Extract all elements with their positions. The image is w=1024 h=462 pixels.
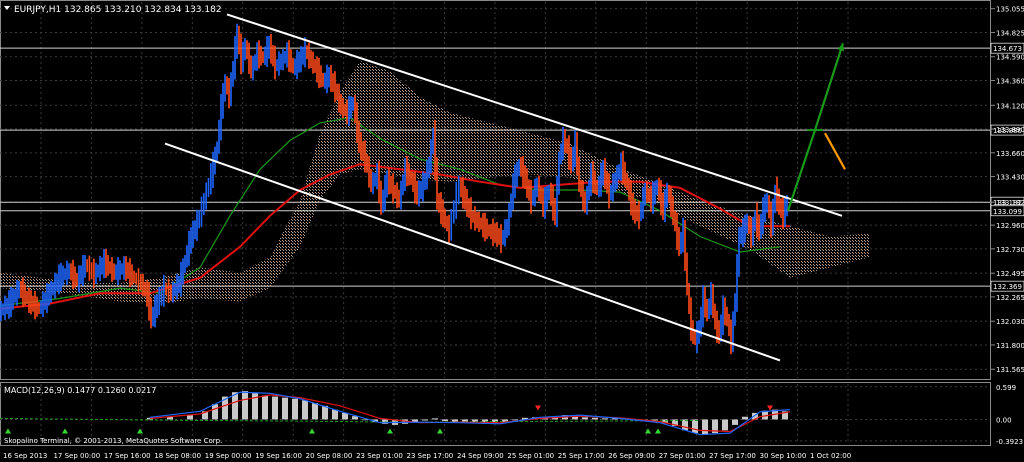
x-tick-label: 1 Oct 02:00: [810, 452, 851, 460]
macd-histogram-bar: [302, 400, 308, 420]
macd-histogram-bar: [292, 398, 298, 420]
x-tick-label: 23 Sep 01:00: [356, 452, 403, 460]
macd-histogram-bar: [242, 391, 248, 420]
y-tick-label: 133.182: [996, 199, 1024, 207]
macd-histogram-bar: [422, 419, 428, 421]
x-tick-label: 25 Sep 01:00: [507, 452, 554, 460]
y-tick-label: 131.565: [996, 366, 1024, 374]
macd-histogram-bar: [702, 419, 708, 435]
trading-chart[interactable]: 0.5990.00-0.3923 134.673133.880133.18213…: [0, 0, 1024, 462]
y-tick-label: 133.660: [996, 150, 1024, 158]
macd-histogram-bar: [592, 417, 598, 420]
copyright-footer: Skopalino Terminal, © 2001-2013, MetaQuo…: [4, 437, 222, 445]
y-tick-label: 133.890: [996, 126, 1024, 134]
x-tick-label: 27 Sep 17:00: [709, 452, 756, 460]
macd-histogram-bar: [212, 404, 218, 420]
macd-y-tick-label: -0.3923: [996, 438, 1023, 446]
price-level-label: 133.099: [993, 208, 1022, 216]
macd-histogram-bar: [282, 397, 288, 420]
x-tick-label: 19 Sep 00:00: [205, 452, 252, 460]
y-tick-label: 132.030: [996, 318, 1024, 326]
macd-histogram-bar: [432, 418, 438, 420]
macd-histogram-bar: [512, 419, 518, 421]
x-tick-label: 25 Sep 17:00: [558, 452, 605, 460]
macd-histogram-bar: [232, 392, 238, 420]
macd-histogram-bar: [692, 419, 698, 434]
macd-y-tick-label: 0.00: [996, 416, 1012, 424]
y-tick-label: 134.120: [996, 102, 1024, 110]
x-tick-label: 16 Sep 2013: [3, 452, 47, 460]
x-tick-label: 19 Sep 16:00: [255, 452, 302, 460]
macd-histogram-bar: [272, 396, 278, 420]
x-tick-label: 23 Sep 17:00: [407, 452, 454, 460]
x-tick-label: 18 Sep 08:00: [154, 452, 201, 460]
y-tick-label: 132.730: [996, 246, 1024, 254]
x-tick-label: 20 Sep 08:00: [306, 452, 353, 460]
y-tick-label: 131.800: [996, 342, 1024, 350]
macd-histogram-bar: [187, 415, 193, 420]
y-tick-label: 134.360: [996, 78, 1024, 86]
x-tick-label: 17 Sep 00:00: [53, 452, 100, 460]
y-tick-label: 132.495: [996, 270, 1024, 278]
macd-histogram-bar: [332, 409, 338, 420]
x-tick-label: 30 Sep 10:00: [760, 452, 807, 460]
macd-histogram-bar: [262, 395, 268, 420]
y-tick-label: 135.055: [996, 6, 1024, 14]
macd-histogram-bar: [602, 418, 608, 420]
price-level-label: 132.369: [993, 283, 1022, 291]
y-tick-label: 132.960: [996, 222, 1024, 230]
y-tick-label: 132.265: [996, 294, 1024, 302]
macd-histogram-bar: [732, 419, 738, 425]
x-tick-label: 26 Sep 09:00: [608, 452, 655, 460]
macd-histogram-bar: [442, 419, 448, 422]
macd-histogram-bar: [312, 403, 318, 420]
y-tick-label: 134.590: [996, 54, 1024, 62]
time-axis: 16 Sep 2013 17 Sep 00:00 17 Sep 16:00 18 Se…: [3, 452, 851, 460]
macd-y-tick-label: 0.599: [996, 384, 1016, 392]
macd-info: MACD(12,26,9) 0.1477 0.1260 0.0217: [4, 386, 156, 395]
y-tick-label: 134.825: [996, 29, 1024, 37]
y-tick-label: 133.430: [996, 174, 1024, 182]
macd-histogram-bar: [742, 416, 748, 420]
x-tick-label: 17 Sep 16:00: [104, 452, 151, 460]
symbol-info: EURJPY,H1 132.865 133.210 132.834 133.18…: [14, 5, 222, 15]
macd-histogram-bar: [722, 419, 728, 431]
x-tick-label: 24 Sep 09:00: [457, 452, 504, 460]
x-tick-label: 27 Sep 01:00: [659, 452, 706, 460]
macd-histogram-bar: [582, 417, 588, 420]
price-level-label: 134.673: [993, 45, 1022, 53]
